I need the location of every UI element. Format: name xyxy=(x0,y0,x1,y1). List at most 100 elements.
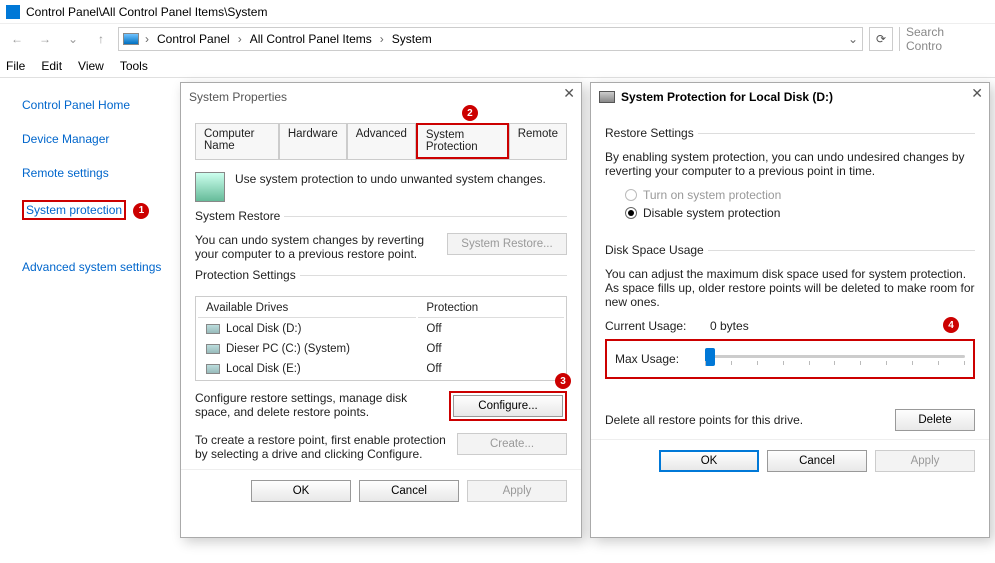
disk-icon xyxy=(599,91,615,103)
system-restore-button[interactable]: System Restore... xyxy=(447,233,567,255)
radio-label: Turn on system protection xyxy=(643,188,781,202)
disk-usage-text: You can adjust the maximum disk space us… xyxy=(605,267,975,309)
cancel-button[interactable]: Cancel xyxy=(767,450,867,472)
group-protection-settings: Protection Settings Available DrivesProt… xyxy=(195,275,567,461)
up-arrow-icon[interactable]: ↑ xyxy=(90,28,112,50)
back-arrow-icon[interactable]: ← xyxy=(6,28,28,50)
dialog-titlebar: System Protection for Local Disk (D:) ✕ xyxy=(591,83,989,111)
sidebar-item-system-protection[interactable]: System protection xyxy=(22,200,126,220)
col-protection: Protection xyxy=(418,299,564,318)
breadcrumb-all-items[interactable]: All Control Panel Items xyxy=(248,32,374,46)
sidebar-item-remote-settings[interactable]: Remote settings xyxy=(22,166,170,180)
ok-button[interactable]: OK xyxy=(659,450,759,472)
highlight-box-configure: Configure... 3 xyxy=(449,391,567,421)
chevron-right-icon: › xyxy=(236,32,244,46)
tab-advanced[interactable]: Advanced xyxy=(347,123,416,159)
create-text: To create a restore point, first enable … xyxy=(195,433,447,461)
breadcrumb-system[interactable]: System xyxy=(390,32,434,46)
annotation-badge-2: 2 xyxy=(462,105,478,121)
window-icon xyxy=(6,5,20,19)
group-restore-settings: Restore Settings By enabling system prot… xyxy=(605,133,975,220)
drive-icon xyxy=(206,364,220,374)
radio-disable[interactable]: Disable system protection xyxy=(625,206,975,220)
annotation-badge-3: 3 xyxy=(555,373,571,389)
address-bar[interactable]: › Control Panel › All Control Panel Item… xyxy=(118,27,863,51)
tab-remote[interactable]: Remote xyxy=(509,123,567,159)
menu-edit[interactable]: Edit xyxy=(41,59,62,73)
annotation-badge-1: 1 xyxy=(133,203,149,219)
menu-tools[interactable]: Tools xyxy=(120,59,148,73)
refresh-icon: ⟳ xyxy=(876,32,886,46)
drive-name: Dieser PC (C:) (System) xyxy=(226,343,350,355)
system-properties-dialog: System Properties ✕ Computer Name Hardwa… xyxy=(180,82,582,538)
drives-table: Available DrivesProtection Local Disk (D… xyxy=(195,296,567,381)
configure-button[interactable]: Configure... xyxy=(453,395,563,417)
sidebar: Control Panel Home Device Manager Remote… xyxy=(0,78,180,563)
breadcrumb-control-panel[interactable]: Control Panel xyxy=(155,32,232,46)
current-usage-value: 0 bytes xyxy=(710,319,749,333)
tab-system-protection[interactable]: System Protection 2 xyxy=(416,123,509,159)
dialog-title: System Properties xyxy=(189,90,287,104)
forward-arrow-icon[interactable]: → xyxy=(34,28,56,50)
system-restore-text: You can undo system changes by reverting… xyxy=(195,233,437,261)
drive-icon xyxy=(206,344,220,354)
menu-view[interactable]: View xyxy=(78,59,104,73)
drive-name: Local Disk (E:) xyxy=(226,363,301,375)
table-row[interactable]: Dieser PC (C:) (System) Off xyxy=(198,340,564,358)
group-legend: Restore Settings xyxy=(605,126,698,140)
group-legend: System Restore xyxy=(195,209,284,223)
drive-protection: Off xyxy=(418,340,564,358)
table-row[interactable]: Local Disk (E:)Off xyxy=(198,360,564,378)
dialog-title: System Protection for Local Disk (D:) xyxy=(621,90,833,104)
dropdown-chevron-icon[interactable]: ⌄ xyxy=(62,28,84,50)
drive-protection: Off xyxy=(418,320,564,338)
configure-text: Configure restore settings, manage disk … xyxy=(195,391,439,419)
radio-icon xyxy=(625,189,637,201)
protection-dialog: System Protection for Local Disk (D:) ✕ … xyxy=(590,82,990,538)
search-input[interactable]: Search Contro xyxy=(899,27,989,51)
sidebar-item-advanced-settings[interactable]: Advanced system settings xyxy=(22,260,170,274)
delete-text: Delete all restore points for this drive… xyxy=(605,413,885,427)
system-restore-icon xyxy=(195,172,225,202)
dialog-button-bar: OK Cancel Apply xyxy=(181,469,581,512)
apply-button[interactable]: Apply xyxy=(875,450,975,472)
group-legend: Disk Space Usage xyxy=(605,243,708,257)
close-icon[interactable]: ✕ xyxy=(563,85,575,102)
search-placeholder: Search Contro xyxy=(906,25,983,53)
create-button[interactable]: Create... xyxy=(457,433,567,455)
group-legend: Protection Settings xyxy=(195,268,300,282)
navbar: ← → ⌄ ↑ › Control Panel › All Control Pa… xyxy=(0,24,995,54)
radio-turn-on[interactable]: Turn on system protection xyxy=(625,188,975,202)
tab-computer-name[interactable]: Computer Name xyxy=(195,123,279,159)
refresh-button[interactable]: ⟳ xyxy=(869,27,893,51)
tab-label: System Protection xyxy=(426,129,478,153)
chevron-right-icon: › xyxy=(378,32,386,46)
control-panel-icon xyxy=(123,33,139,45)
close-icon[interactable]: ✕ xyxy=(971,85,983,102)
group-disk-usage: Disk Space Usage You can adjust the maxi… xyxy=(605,250,975,431)
max-usage-label: Max Usage: xyxy=(615,352,695,366)
table-row[interactable]: Local Disk (D:) Off xyxy=(198,320,564,338)
menu-file[interactable]: File xyxy=(6,59,25,73)
tab-hardware[interactable]: Hardware xyxy=(279,123,347,159)
drive-icon xyxy=(206,324,220,334)
radio-icon xyxy=(625,207,637,219)
sidebar-home[interactable]: Control Panel Home xyxy=(22,98,170,112)
max-usage-slider[interactable] xyxy=(705,347,965,371)
window-titlebar: Control Panel\All Control Panel Items\Sy… xyxy=(0,0,995,24)
intro-text: Use system protection to undo unwanted s… xyxy=(235,172,567,186)
radio-label: Disable system protection xyxy=(643,206,780,220)
current-usage-label: Current Usage: xyxy=(605,319,700,333)
address-dropdown-icon[interactable]: ⌄ xyxy=(848,32,858,46)
col-drives: Available Drives xyxy=(198,299,416,318)
chevron-right-icon: › xyxy=(143,32,151,46)
dialog-button-bar: OK Cancel Apply xyxy=(591,439,989,482)
apply-button[interactable]: Apply xyxy=(467,480,567,502)
sidebar-item-device-manager[interactable]: Device Manager xyxy=(22,132,170,146)
ok-button[interactable]: OK xyxy=(251,480,351,502)
drive-name: Local Disk (D:) xyxy=(226,323,301,335)
delete-button[interactable]: Delete xyxy=(895,409,975,431)
restore-settings-text: By enabling system protection, you can u… xyxy=(605,150,975,178)
cancel-button[interactable]: Cancel xyxy=(359,480,459,502)
annotation-badge-4: 4 xyxy=(943,317,959,333)
